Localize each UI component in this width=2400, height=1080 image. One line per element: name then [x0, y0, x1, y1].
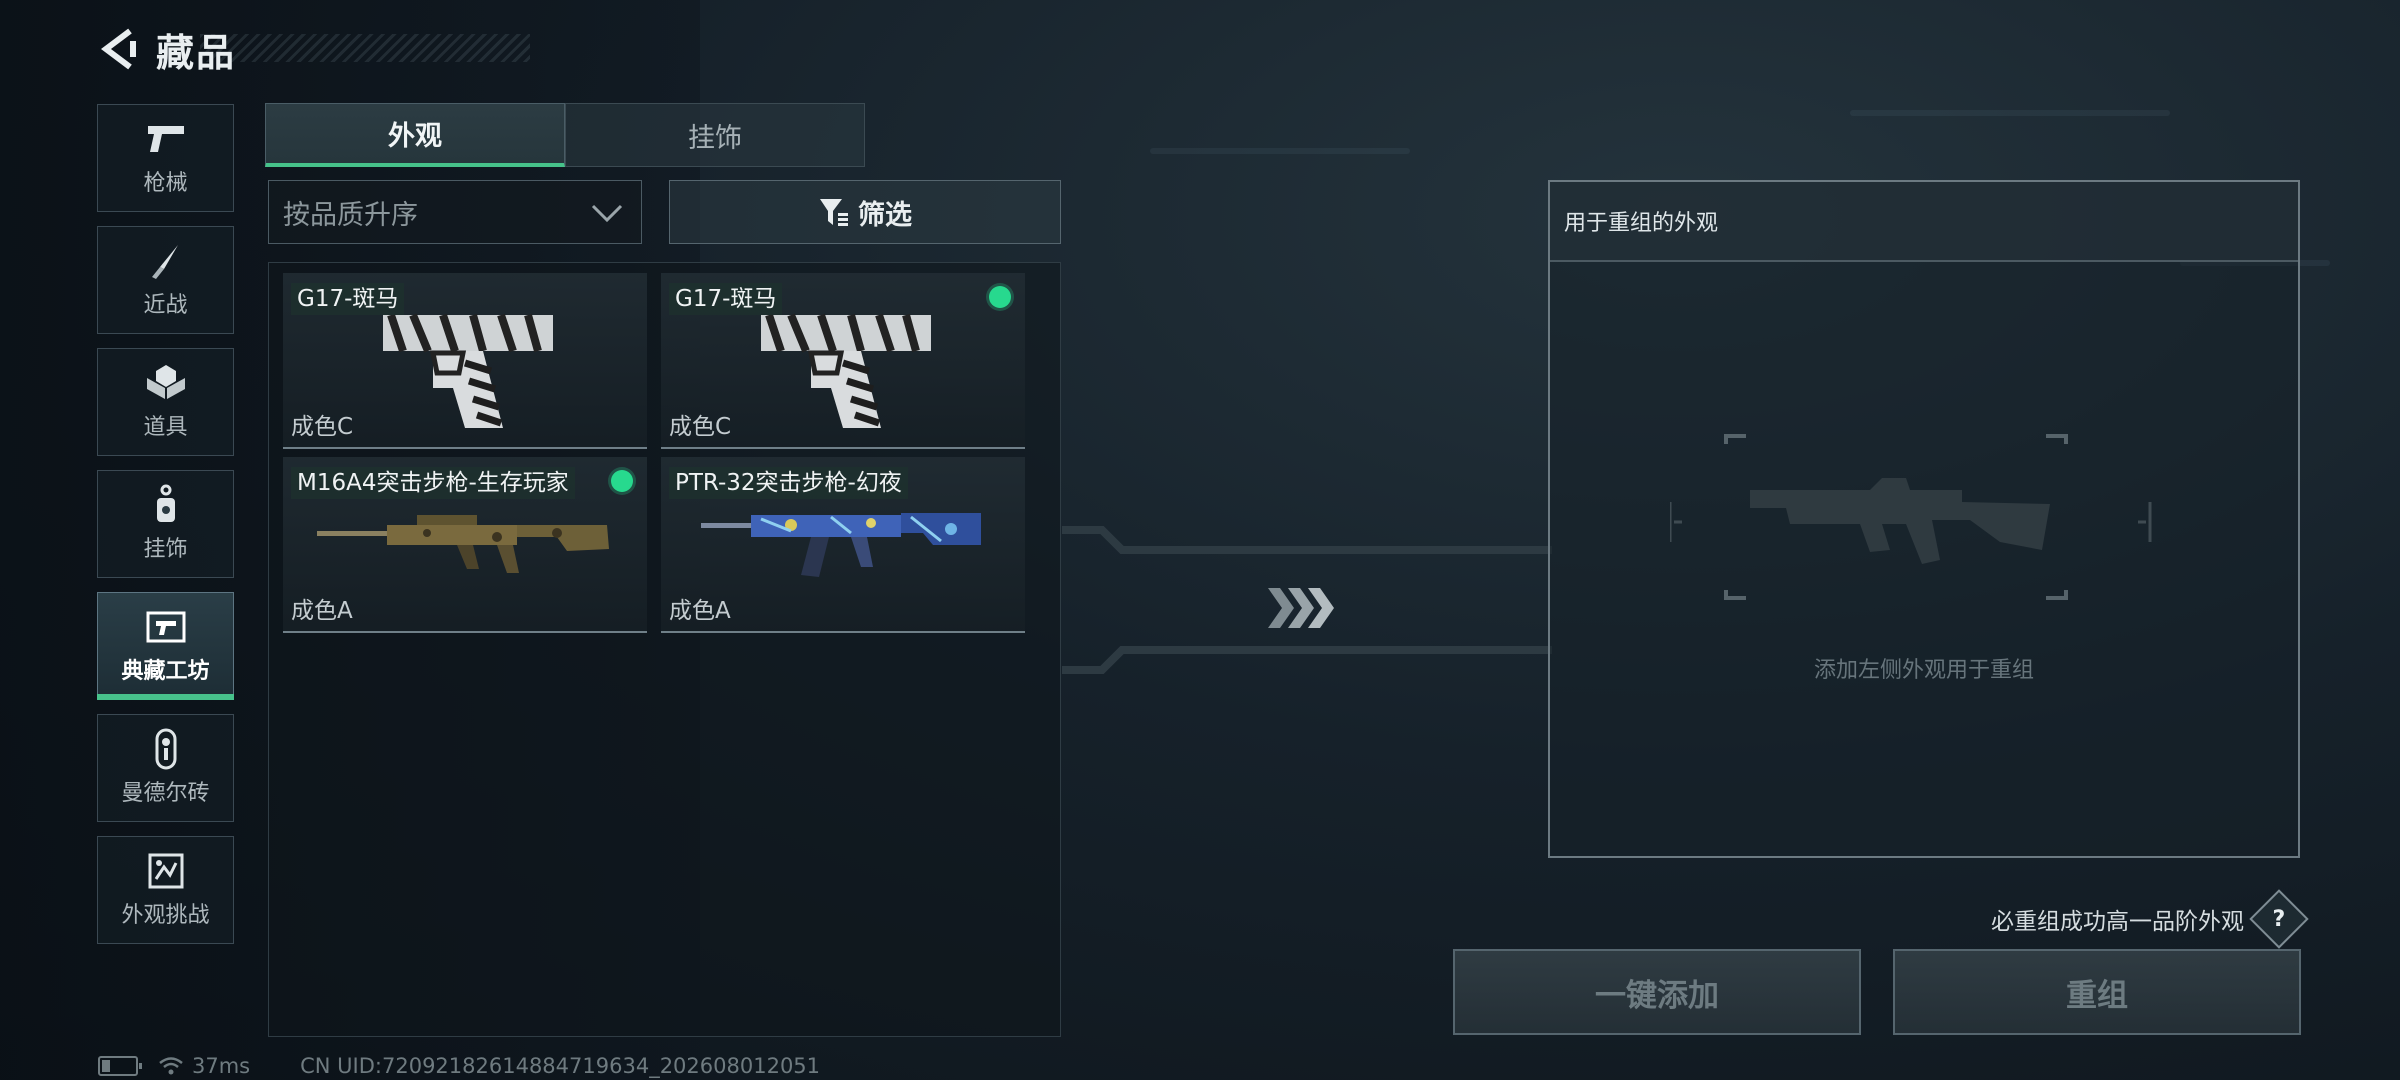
skin-name: G17-斑马 [669, 283, 783, 315]
back-button[interactable] [96, 25, 144, 73]
add-all-label: 一键添加 [1595, 977, 1719, 1014]
help-button[interactable]: ? [2249, 889, 2309, 949]
tab-bar: 外观 挂饰 [265, 103, 865, 167]
skin-card[interactable]: PTR-32突击步枪-幻夜 成色A [661, 457, 1025, 633]
skin-name: M16A4突击步枪-生存玩家 [291, 467, 575, 499]
transfer-connector [1062, 526, 1552, 674]
challenge-icon [144, 851, 188, 891]
sidebar-item-guns[interactable]: 枪械 [97, 104, 234, 212]
background-streak [1150, 148, 1410, 154]
sidebar-item-melee[interactable]: 近战 [97, 226, 234, 334]
sidebar-item-mandel-brick[interactable]: 曼德尔砖 [97, 714, 234, 822]
skin-grade: 成色A [291, 598, 353, 624]
chevron-down-icon [591, 204, 623, 223]
mandel-brick-icon [144, 728, 188, 770]
skin-name: G17-斑马 [291, 283, 405, 315]
sidebar-item-label: 典藏工坊 [121, 659, 210, 684]
guarantee-text: 必重组成功高一品阶外观 [1991, 909, 2244, 935]
page-header: 藏品 [96, 22, 236, 76]
tab-appearance[interactable]: 外观 [265, 103, 565, 167]
skin-card[interactable]: G17-斑马 成色C [661, 273, 1025, 449]
ping-text: 37ms [192, 1054, 251, 1078]
recompose-slot[interactable] [1668, 432, 2182, 602]
new-indicator-dot [611, 470, 633, 492]
sidebar-item-items[interactable]: 道具 [97, 348, 234, 456]
recompose-panel: 用于重组的外观 添加左侧外观用于重组 [1548, 180, 2300, 858]
new-indicator-dot [989, 286, 1011, 308]
add-all-button[interactable]: 一键添加 [1453, 949, 1861, 1035]
filter-label: 筛选 [858, 199, 912, 231]
sidebar-item-challenge[interactable]: 外观挑战 [97, 836, 234, 944]
question-icon: ? [2272, 906, 2286, 932]
back-arrow-icon [101, 28, 136, 70]
sidebar-item-label: 挂饰 [143, 537, 188, 562]
recompose-placeholder-text: 添加左侧外观用于重组 [1813, 658, 2034, 683]
charm-icon [144, 484, 188, 525]
recompose-panel-title: 用于重组的外观 [1550, 182, 2298, 262]
battery-icon [98, 1056, 142, 1076]
rifle-camo-skin-image [317, 515, 609, 573]
uid-text: CN UID:72092182614884719634_202608012051 [300, 1054, 821, 1078]
rifle-placeholder-icon [1668, 434, 2152, 600]
recompose-button[interactable]: 重组 [1893, 949, 2301, 1035]
skin-grade: 成色C [291, 414, 354, 440]
sidebar-item-label: 近战 [143, 293, 188, 318]
skin-card[interactable]: M16A4突击步枪-生存玩家 成色A [283, 457, 647, 633]
workshop-icon [144, 607, 188, 647]
skin-name: PTR-32突击步枪-幻夜 [669, 467, 908, 499]
skin-grade: 成色C [669, 414, 732, 440]
sidebar-item-label: 枪械 [143, 171, 188, 196]
skin-grade: 成色A [669, 598, 731, 624]
recompose-label: 重组 [2066, 977, 2128, 1014]
skin-grid: G17-斑马 成色C G17-斑马 成色C M16A4突击步枪-生存玩家 成色A [268, 262, 1061, 1037]
sidebar-item-charms[interactable]: 挂饰 [97, 470, 234, 578]
sidebar-item-label: 曼德尔砖 [121, 781, 210, 806]
tab-charms[interactable]: 挂饰 [565, 103, 865, 167]
status-bar: 37ms CN UID:72092182614884719634_2026080… [98, 1054, 820, 1078]
sidebar-item-workshop[interactable]: 典藏工坊 [97, 592, 234, 700]
filter-button[interactable]: 筛选 [669, 180, 1061, 244]
title-decoration [200, 34, 530, 62]
sidebar-item-label: 道具 [143, 415, 188, 440]
background-streak [1850, 110, 2170, 116]
sidebar-item-label: 外观挑战 [121, 903, 210, 928]
knife-icon [144, 241, 188, 281]
pistol-icon [144, 119, 188, 159]
sort-dropdown[interactable]: 按品质升序 [268, 180, 642, 244]
wifi-icon [159, 1057, 183, 1075]
skin-card[interactable]: G17-斑马 成色C [283, 273, 647, 449]
guarantee-note: 必重组成功高一品阶外观 ? [1991, 889, 2309, 949]
filter-icon [820, 199, 848, 226]
chevrons-right-icon [1268, 588, 1334, 628]
page-title: 藏品 [156, 30, 237, 75]
items-icon [144, 363, 188, 403]
rifle-blue-skin-image [701, 513, 981, 577]
sort-label: 按品质升序 [283, 199, 418, 231]
